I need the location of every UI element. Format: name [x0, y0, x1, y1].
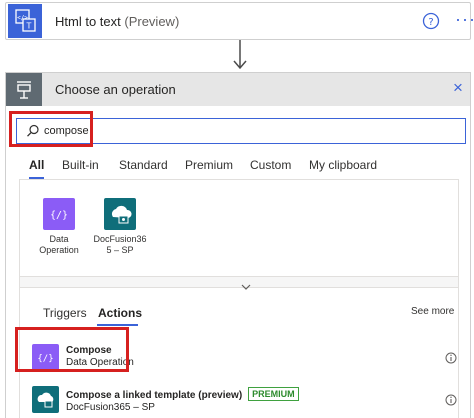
docfusion-cloud-icon	[32, 386, 59, 413]
active-subtab-indicator	[97, 324, 138, 326]
data-operation-icon: {/}	[43, 198, 75, 230]
operation-panel-title: Choose an operation	[55, 82, 176, 97]
close-button[interactable]: ×	[453, 79, 463, 97]
connector-label-line: 5 – SP	[106, 245, 134, 255]
premium-badge: PREMIUM	[248, 387, 299, 401]
action-compose-linked-template[interactable]: Compose a linked template (preview) PREMI…	[20, 382, 458, 418]
connectors-list: {/} Data Operation DocFusion36 5 – SP	[19, 180, 459, 276]
action-subtitle: DocFusion365 – SP	[66, 402, 155, 413]
tab-premium[interactable]: Premium	[185, 158, 233, 172]
connector-label-line: Data	[49, 234, 69, 244]
data-operation-icon: {/}	[32, 344, 59, 371]
flow-arrow-icon	[230, 40, 250, 72]
action-subtitle: Data Operation	[66, 357, 134, 368]
operation-icon	[6, 73, 42, 106]
search-value: compose	[44, 125, 89, 137]
action-title-text: Compose a linked template (preview)	[66, 390, 243, 401]
svg-text:{/}: {/}	[37, 354, 53, 364]
docfusion-cloud-icon	[104, 198, 136, 230]
more-options-button[interactable]: ···	[455, 10, 474, 28]
tab-triggers[interactable]: Triggers	[43, 306, 87, 320]
card-title-suffix: (Preview)	[124, 14, 180, 29]
connector-label: Data Operation	[29, 234, 89, 256]
html-code-icon: </> T	[8, 4, 42, 38]
tab-actions[interactable]: Actions	[98, 306, 142, 320]
html-to-text-card[interactable]: </> T Html to text (Preview) ? ···	[5, 2, 474, 40]
card-title: Html to text (Preview)	[55, 14, 179, 29]
info-icon[interactable]	[445, 393, 457, 406]
tab-standard[interactable]: Standard	[119, 158, 168, 172]
action-compose[interactable]: {/} Compose Data Operation	[20, 340, 458, 376]
svg-text:T: T	[26, 22, 32, 31]
see-more-link[interactable]: See more	[411, 306, 454, 317]
tab-my-clipboard[interactable]: My clipboard	[309, 158, 377, 172]
action-title: Compose a linked template (preview) PREMI…	[66, 387, 299, 401]
action-title: Compose	[66, 345, 112, 356]
card-title-text: Html to text	[55, 14, 121, 29]
connector-data-operation[interactable]: {/} Data Operation	[29, 198, 89, 256]
info-icon[interactable]	[445, 351, 457, 364]
tab-built-in[interactable]: Built-in	[62, 158, 99, 172]
connector-label-line: DocFusion36	[93, 234, 147, 244]
help-circle-icon[interactable]: ?	[422, 12, 440, 30]
operation-panel-header: Choose an operation ×	[6, 73, 470, 106]
chevron-down-icon	[241, 278, 251, 290]
connector-label: DocFusion36 5 – SP	[90, 234, 150, 256]
tab-custom[interactable]: Custom	[250, 158, 291, 172]
search-icon	[26, 124, 40, 138]
svg-text:?: ?	[428, 17, 433, 28]
svg-text:{/}: {/}	[50, 210, 68, 221]
collapse-toggle[interactable]	[19, 276, 459, 290]
actions-section: Triggers Actions See more {/} Compose Da…	[19, 288, 459, 418]
connector-label-line: Operation	[39, 245, 79, 255]
choose-operation-panel: Choose an operation × compose All Built-…	[5, 72, 471, 418]
tab-all[interactable]: All	[29, 158, 44, 172]
connector-docfusion365[interactable]: DocFusion36 5 – SP	[90, 198, 150, 256]
search-input[interactable]: compose	[16, 118, 466, 144]
